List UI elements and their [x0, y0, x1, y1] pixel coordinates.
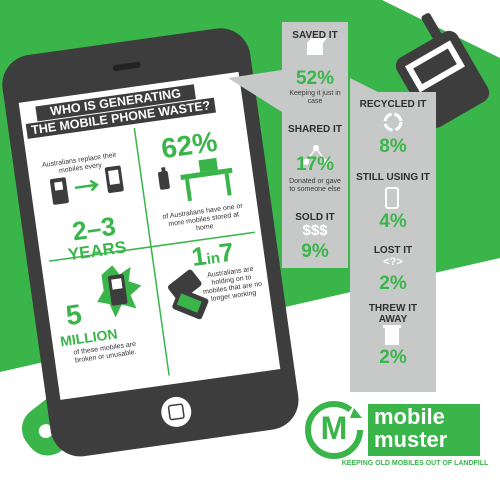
shared-label: SHARED IT	[288, 124, 342, 135]
still-using-value: 4%	[379, 211, 407, 232]
recycled-label: RECYCLED IT	[359, 99, 427, 110]
threw-value: 2%	[379, 347, 407, 368]
saved-label: SAVED IT	[292, 30, 338, 41]
logo-word-1: mobile	[374, 404, 445, 429]
shared-value: 17%	[295, 154, 335, 175]
recycled-value: 8%	[379, 136, 407, 157]
sold-value: 9%	[301, 241, 329, 262]
still-using-label: STILL USING IT	[356, 172, 430, 183]
box-icon	[307, 43, 323, 55]
lost-label: LOST IT	[373, 245, 413, 256]
mobile-muster-logo: M mobile muster KEEPING OLD MOBILES OUT …	[300, 398, 490, 478]
saved-value: 52%	[295, 68, 335, 89]
question-icon: <?>	[383, 256, 403, 268]
logo-tagline: KEEPING OLD MOBILES OUT OF LANDFILL	[341, 460, 489, 467]
logo-word-2: muster	[374, 427, 448, 452]
lost-value: 2%	[379, 273, 407, 294]
shared-desc: Donated or gave to someone else	[289, 178, 341, 193]
dollar-icon: $$$	[302, 222, 328, 239]
saved-desc: Keeping it just in case	[289, 90, 341, 105]
logo-letter: M	[320, 410, 348, 446]
threw-label-2: AWAY	[378, 314, 408, 325]
threw-label-1: THREW IT	[368, 303, 418, 314]
